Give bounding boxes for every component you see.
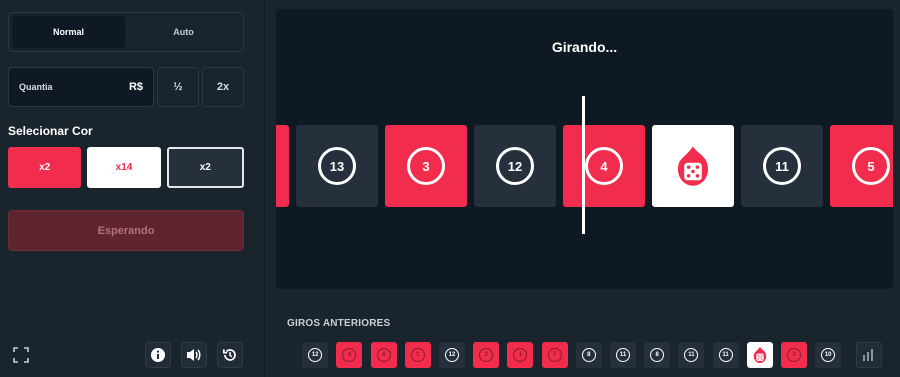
color-red-button[interactable]: x2	[8, 147, 82, 188]
history-tile: 8	[644, 342, 671, 368]
history-tile: 7	[541, 342, 568, 368]
history-tile: 1	[507, 342, 534, 368]
history-number: 8	[650, 348, 665, 362]
history-tile	[746, 342, 773, 368]
bet-sidebar: Normal Auto Quantia R$ ½ 2x Selecionar C…	[0, 0, 265, 377]
history-number: 12	[308, 348, 323, 362]
tile-number: 11	[763, 147, 801, 185]
history-tile: 11	[610, 342, 636, 368]
history-number: 3	[787, 348, 801, 362]
history-number: 10	[821, 348, 836, 362]
roulette-tile	[652, 125, 734, 207]
history-tile: 3	[781, 342, 807, 368]
history-number: 11	[684, 348, 699, 362]
history-number: 7	[547, 348, 562, 362]
tile-number: 5	[852, 147, 890, 185]
bar-chart-icon	[863, 349, 873, 361]
waiting-button[interactable]: Esperando	[8, 210, 244, 251]
history-tile: 1	[404, 342, 431, 368]
stats-button[interactable]	[856, 342, 882, 368]
color-white-button[interactable]: x14	[87, 147, 161, 188]
history-number: 4	[376, 348, 391, 362]
roulette-tile: 12	[474, 125, 556, 207]
tab-normal[interactable]: Normal	[12, 16, 125, 48]
color-black-button[interactable]: x2	[166, 147, 244, 188]
roulette-tile: 4	[563, 125, 645, 207]
history-tile: 12	[302, 342, 329, 368]
history-number: 12	[445, 348, 459, 362]
history-number: 4	[342, 348, 357, 362]
color-options: x2 x14 x2	[8, 147, 244, 188]
history-tile: 4	[336, 342, 363, 368]
half-button[interactable]: ½	[157, 67, 199, 107]
amount-label: Quantia	[19, 82, 53, 92]
spin-status: Girando...	[551, 39, 618, 55]
history-number: 1	[410, 348, 425, 362]
tile-number: 12	[496, 147, 534, 185]
currency-label: R$	[128, 81, 143, 93]
history-tile	[268, 342, 294, 368]
double-button[interactable]: 2x	[202, 67, 244, 107]
dice-icon	[753, 346, 766, 364]
history-title: GIROS ANTERIORES	[287, 318, 391, 329]
roulette-tile: 5	[830, 125, 893, 207]
tab-auto[interactable]: Auto	[127, 16, 240, 48]
history-tile: 11	[712, 342, 739, 368]
info-icon[interactable]	[145, 342, 171, 368]
history-number: 11	[718, 348, 733, 362]
history-tile: 4	[370, 342, 397, 368]
amount-input[interactable]: Quantia R$	[8, 67, 154, 107]
history-icon[interactable]	[217, 342, 243, 368]
tile-number: 13	[318, 147, 356, 185]
roulette-tile: 3	[385, 125, 467, 207]
history-tile: 2	[473, 342, 500, 368]
roulette-tile: 11	[741, 125, 823, 207]
select-color-title: Selecionar Cor	[8, 124, 93, 138]
tile-number: 3	[407, 147, 445, 185]
history-tile: 8	[575, 342, 602, 368]
history-tile: 12	[439, 342, 465, 368]
history-tile: 11	[678, 342, 705, 368]
mode-toggle: Normal Auto	[8, 12, 244, 52]
roulette-tile	[276, 125, 289, 207]
dice-icon	[677, 146, 709, 186]
tile-number: 4	[585, 147, 623, 185]
history-number: 2	[479, 348, 494, 362]
history-number: 8	[581, 348, 596, 362]
history-number: 1	[513, 348, 528, 362]
fullscreen-icon[interactable]	[8, 342, 34, 368]
roulette-stage: Girando... 13 3 12 4 11 5	[276, 9, 893, 289]
history-tile: 10	[815, 342, 842, 368]
amount-row: Quantia R$ ½ 2x	[8, 67, 244, 107]
history-list: 12 4 4 1 12 2 1 7 8 11 8 11 11 3 10	[296, 342, 888, 368]
sound-icon[interactable]	[181, 342, 207, 368]
roulette-tile: 13	[296, 125, 378, 207]
roulette-pointer	[582, 96, 585, 234]
history-number: 11	[616, 348, 630, 362]
